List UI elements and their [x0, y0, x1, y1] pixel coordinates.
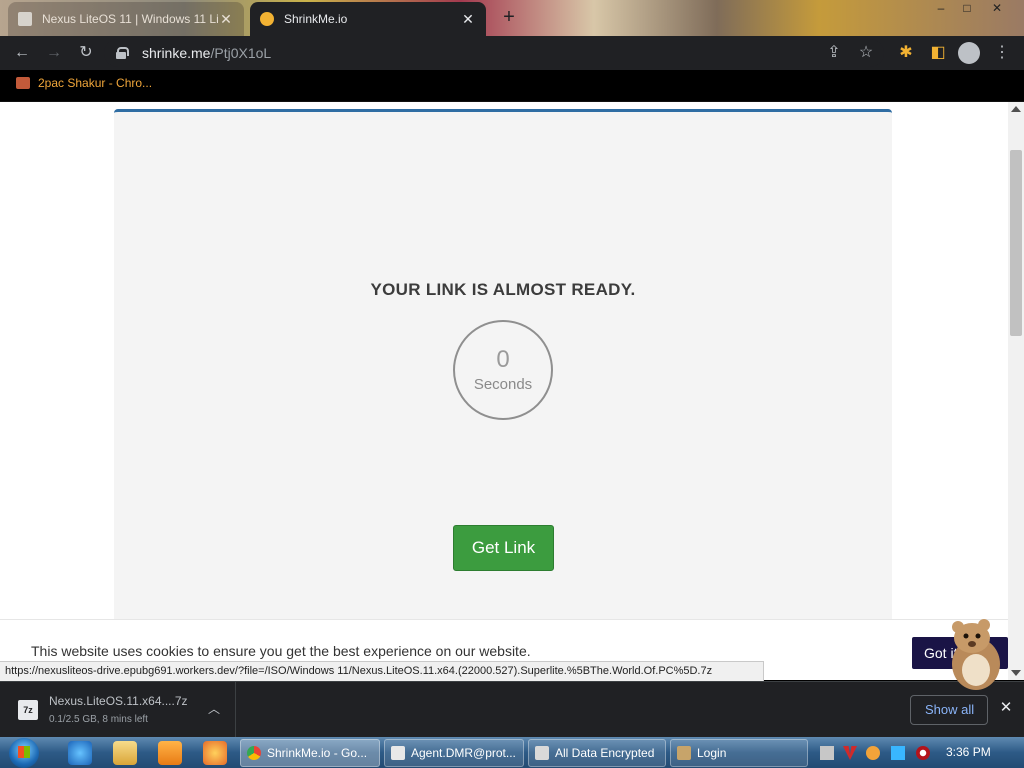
- status-link-preview: https://nexusliteos-drive.epubg691.worke…: [0, 661, 764, 681]
- get-link-button[interactable]: Get Link: [453, 525, 554, 571]
- close-download-bar-icon[interactable]: ✕: [998, 700, 1014, 716]
- bookmark-favicon-icon: [16, 77, 30, 89]
- taskbar-item-chrome[interactable]: ShrinkMe.io - Go...: [240, 739, 380, 767]
- chevron-up-icon[interactable]: ︿: [206, 700, 222, 716]
- taskbar-item-label: All Data Encrypted: [555, 746, 655, 760]
- tab-title: Nexus LiteOS 11 | Windows 11 Lite: [42, 12, 218, 26]
- bookmarks-bar: 2pac Shakur - Chro...: [0, 70, 1024, 102]
- url-domain: shrinke.me: [142, 45, 211, 61]
- profile-avatar[interactable]: [958, 42, 980, 64]
- chrome-icon: [247, 746, 261, 760]
- archive-file-icon: 7z: [18, 700, 38, 720]
- menu-kebab-icon[interactable]: ⋮: [991, 42, 1013, 64]
- content-card: YOUR LINK IS ALMOST READY. 0 Seconds Get…: [114, 109, 892, 680]
- scroll-up-arrow-icon[interactable]: [1011, 106, 1021, 112]
- close-tab-icon[interactable]: ✕: [218, 11, 234, 28]
- url-path: /Ptj0X1oL: [210, 45, 272, 61]
- show-all-button[interactable]: Show all: [910, 695, 988, 725]
- taskbar-item-mail[interactable]: Agent.DMR@prot...: [384, 739, 524, 767]
- download-status: 0.1/2.5 GB, 8 mins left: [49, 714, 148, 725]
- back-arrow-icon[interactable]: ←: [11, 42, 33, 64]
- browser-toolbar: ← → ↻ shrinke.me /Ptj0X1oL ⇪ ☆ ✱ ◧ ⋮: [0, 36, 1024, 70]
- lock-icon: [116, 47, 129, 59]
- tab-nexus-liteos[interactable]: Nexus LiteOS 11 | Windows 11 Lite ✕: [8, 2, 244, 36]
- bookmark-label: 2pac Shakur - Chro...: [38, 76, 153, 90]
- close-window-icon[interactable]: ✕: [984, 0, 1010, 18]
- address-bar[interactable]: shrinke.me /Ptj0X1oL: [104, 39, 884, 67]
- start-button[interactable]: [9, 738, 39, 768]
- tray-display-icon[interactable]: [891, 746, 905, 760]
- hamster-mascot-icon: [952, 619, 1000, 690]
- shrinkme-favicon-icon: [260, 12, 274, 26]
- page-viewport: YOUR LINK IS ALMOST READY. 0 Seconds Get…: [0, 102, 1008, 680]
- windows-logo-icon: [18, 746, 30, 758]
- reload-icon[interactable]: ↻: [75, 42, 97, 64]
- tray-search-icon[interactable]: [866, 746, 880, 760]
- download-file-name: Nexus.LiteOS.11.x64....7z: [49, 694, 188, 708]
- scroll-thumb[interactable]: [1010, 150, 1022, 336]
- file-explorer-icon[interactable]: [113, 741, 137, 765]
- cookie-message: This website uses cookies to ensure you …: [31, 643, 531, 659]
- app-icon[interactable]: [203, 741, 227, 765]
- new-tab-button[interactable]: +: [498, 6, 520, 28]
- countdown-timer: 0 Seconds: [453, 320, 553, 420]
- page-headline: YOUR LINK IS ALMOST READY.: [370, 280, 636, 299]
- tray-app-icon[interactable]: [916, 746, 930, 760]
- share-icon[interactable]: ⇪: [823, 42, 845, 64]
- media-player-icon[interactable]: [158, 741, 182, 765]
- download-bar: 7z Nexus.LiteOS.11.x64....7z 0.1/2.5 GB,…: [0, 681, 1024, 738]
- tab-title: ShrinkMe.io: [284, 12, 348, 26]
- page-scrollbar[interactable]: [1008, 102, 1024, 680]
- forward-arrow-icon[interactable]: →: [43, 42, 65, 64]
- scroll-down-arrow-icon[interactable]: [1011, 670, 1021, 676]
- tray-antivirus-icon[interactable]: [843, 746, 857, 760]
- side-panel-icon[interactable]: ◧: [927, 42, 949, 64]
- taskbar-clock[interactable]: 3:36 PM: [946, 745, 991, 759]
- internet-explorer-icon[interactable]: [68, 741, 92, 765]
- taskbar-item-label: Agent.DMR@prot...: [411, 746, 516, 760]
- mail-icon: [391, 746, 405, 760]
- login-app-icon: [677, 746, 691, 760]
- tab-shrinkme[interactable]: ShrinkMe.io ✕: [250, 2, 486, 36]
- close-tab-icon[interactable]: ✕: [460, 11, 476, 28]
- bookmark-item[interactable]: 2pac Shakur - Chro...: [16, 76, 152, 90]
- countdown-value: 0: [496, 346, 510, 373]
- tray-network-icon[interactable]: [820, 746, 834, 760]
- download-item[interactable]: 7z Nexus.LiteOS.11.x64....7z 0.1/2.5 GB,…: [0, 682, 236, 738]
- windows-taskbar: ShrinkMe.io - Go... Agent.DMR@prot... Al…: [0, 737, 1024, 768]
- window-icon: [535, 746, 549, 760]
- minimize-icon[interactable]: –: [928, 0, 954, 18]
- site-favicon-icon: [18, 12, 32, 26]
- taskbar-item-label: ShrinkMe.io - Go...: [267, 746, 368, 760]
- maximize-icon[interactable]: □: [954, 0, 980, 18]
- taskbar-item-encrypted[interactable]: All Data Encrypted: [528, 739, 666, 767]
- taskbar-item-label: Login: [697, 746, 727, 760]
- taskbar-item-login[interactable]: Login: [670, 739, 808, 767]
- countdown-label: Seconds: [473, 376, 533, 393]
- extensions-puzzle-icon[interactable]: ✱: [895, 42, 917, 64]
- bookmark-star-icon[interactable]: ☆: [855, 42, 877, 64]
- tab-strip: Nexus LiteOS 11 | Windows 11 Lite ✕ Shri…: [0, 0, 1024, 36]
